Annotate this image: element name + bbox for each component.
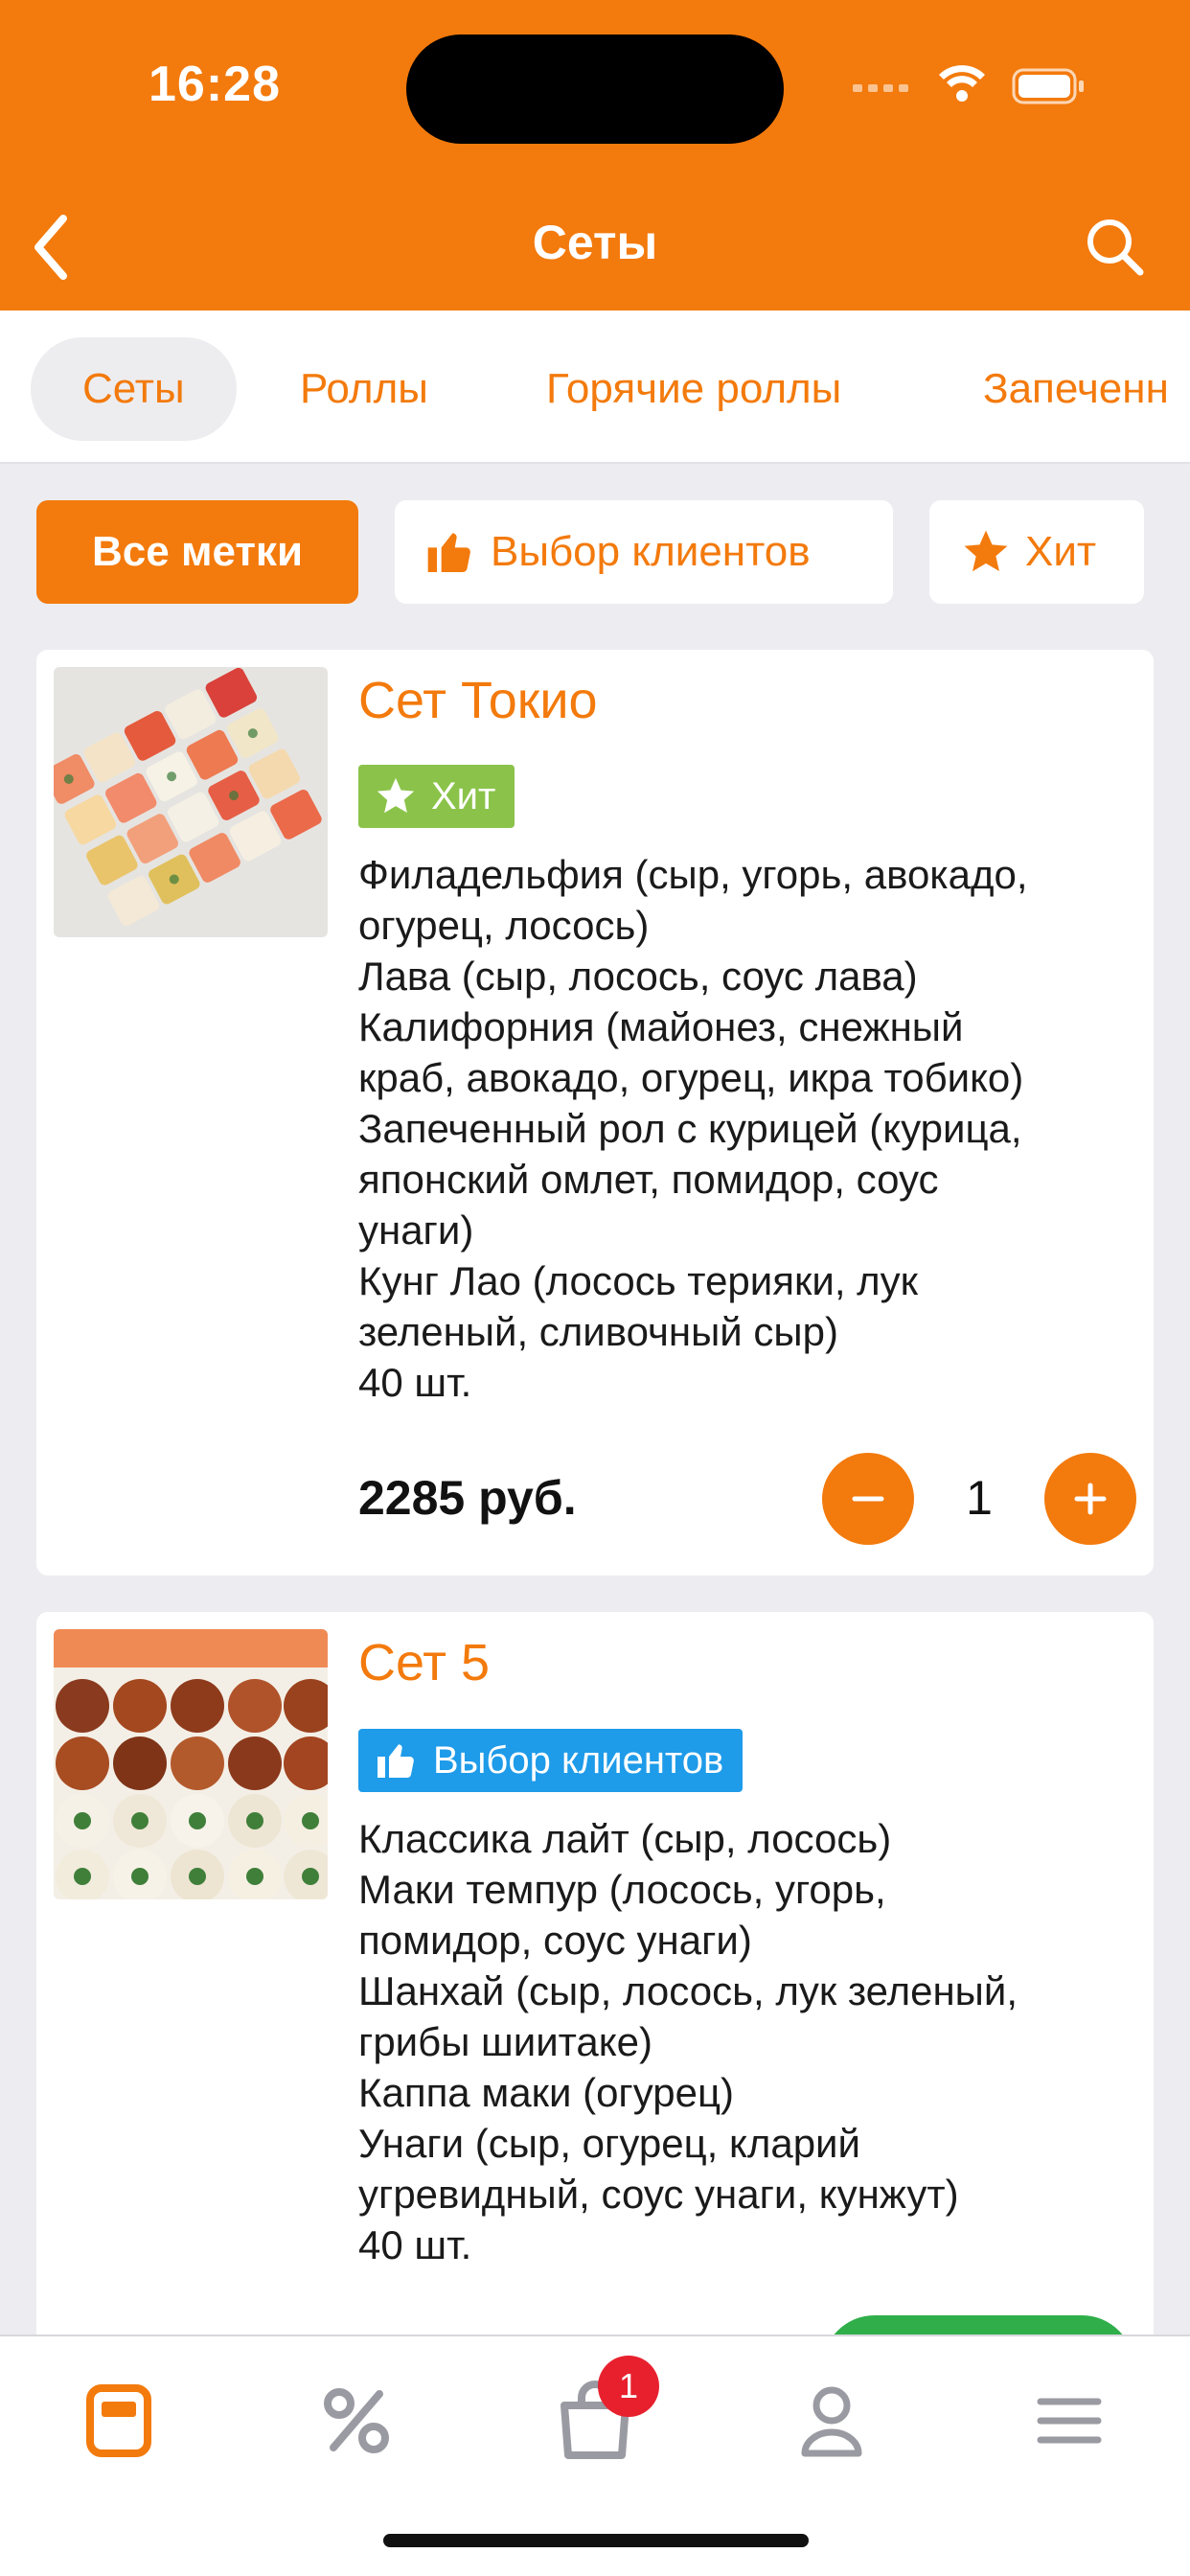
product-description: Классика лайт (сыр, лосось) Маки темпур … xyxy=(358,1813,1144,2270)
filter-hit-label: Хит xyxy=(1025,528,1097,575)
dynamic-island xyxy=(406,34,784,144)
description-line: 40 шт. xyxy=(358,2222,472,2267)
product-card[interactable]: Сет Токио Хит Филадельфия (сыр, угорь, а… xyxy=(36,650,1154,1576)
menu-catalog-icon[interactable] xyxy=(71,2373,167,2469)
product-title: Сет 5 xyxy=(358,1634,491,1691)
tab-rolls[interactable]: Роллы xyxy=(300,337,428,441)
description-line: Шанхай (сыр, лосось, лук зеленый, xyxy=(358,1968,1018,2013)
badge-label: Хит xyxy=(431,774,496,817)
filter-all-tags[interactable]: Все метки xyxy=(36,500,358,604)
description-line: Кунг Лао (лосось терияки, лук xyxy=(358,1258,919,1303)
tab-sets[interactable]: Сеты xyxy=(31,337,237,441)
clients-choice-badge: Выбор клиентов xyxy=(358,1729,744,1792)
profile-icon[interactable] xyxy=(784,2373,880,2469)
page-title: Сеты xyxy=(532,216,658,269)
cart-count-badge: 1 xyxy=(598,2356,659,2417)
tab-hot-rolls[interactable]: Горячие роллы xyxy=(546,337,841,441)
hit-badge: Хит xyxy=(358,765,515,828)
filter-clients-choice-label: Выбор клиентов xyxy=(491,528,811,575)
thumbs-up-icon xyxy=(427,533,470,573)
plus-icon xyxy=(1074,1483,1107,1515)
description-line: Запеченный рол с курицей (курица, xyxy=(358,1106,1022,1151)
description-line: огурец, лосось) xyxy=(358,903,650,948)
filter-all-tags-label: Все метки xyxy=(92,528,303,575)
search-icon[interactable] xyxy=(1081,213,1148,280)
product-title: Сет Токио xyxy=(358,672,598,729)
filter-hit[interactable]: Хит xyxy=(929,500,1144,604)
product-price: 2285 руб. xyxy=(358,1471,577,1525)
description-line: Каппа маки (огурец) xyxy=(358,2070,735,2115)
product-image[interactable] xyxy=(54,1629,328,1899)
description-line: Маки темпур (лосось, угорь, xyxy=(358,1867,886,1912)
description-line: зеленый, сливочный сыр) xyxy=(358,1309,838,1354)
filter-clients-choice[interactable]: Выбор клиентов xyxy=(395,500,893,604)
star-icon xyxy=(964,530,1008,572)
description-line: унаги) xyxy=(358,1208,474,1253)
category-tabs: Сеты Роллы Горячие роллы Запеченн xyxy=(0,310,1190,464)
hamburger-menu-icon[interactable] xyxy=(1021,2373,1117,2469)
description-line: Лава (сыр, лосось, соус лава) xyxy=(358,954,918,999)
description-line: Филадельфия (сыр, угорь, авокадо, xyxy=(358,852,1028,897)
description-line: японский омлет, помидор, соус xyxy=(358,1157,939,1202)
description-line: Калифорния (майонез, снежный xyxy=(358,1004,964,1049)
description-line: 40 шт. xyxy=(358,1360,472,1405)
product-card[interactable]: Сет 5 Выбор клиентов Классика лайт (сыр,… xyxy=(36,1612,1154,2379)
minus-icon xyxy=(852,1496,884,1502)
badge-label: Выбор клиентов xyxy=(433,1738,724,1782)
description-line: Классика лайт (сыр, лосось) xyxy=(358,1816,892,1861)
description-line: Унаги (сыр, огурец, кларий xyxy=(358,2121,860,2166)
increase-quantity-button[interactable] xyxy=(1044,1453,1136,1545)
star-icon xyxy=(377,777,415,814)
description-line: угревидный, соус унаги, кунжут) xyxy=(358,2172,959,2217)
status-icons xyxy=(853,65,1084,104)
tab-baked[interactable]: Запеченн xyxy=(983,337,1169,441)
thumbs-up-icon xyxy=(378,1744,414,1779)
home-indicator xyxy=(383,2534,809,2547)
status-time: 16:28 xyxy=(149,57,281,112)
percent-icon[interactable] xyxy=(309,2373,404,2469)
quantity-value: 1 xyxy=(966,1471,993,1525)
decrease-quantity-button[interactable] xyxy=(822,1453,914,1545)
description-line: помидор, соус унаги) xyxy=(358,1918,752,1963)
description-line: краб, авокадо, огурец, икра тобико) xyxy=(358,1055,1024,1100)
description-line: грибы шиитаке) xyxy=(358,2019,652,2064)
product-image[interactable] xyxy=(54,667,328,937)
product-description: Филадельфия (сыр, угорь, авокадо, огурец… xyxy=(358,849,1144,1408)
